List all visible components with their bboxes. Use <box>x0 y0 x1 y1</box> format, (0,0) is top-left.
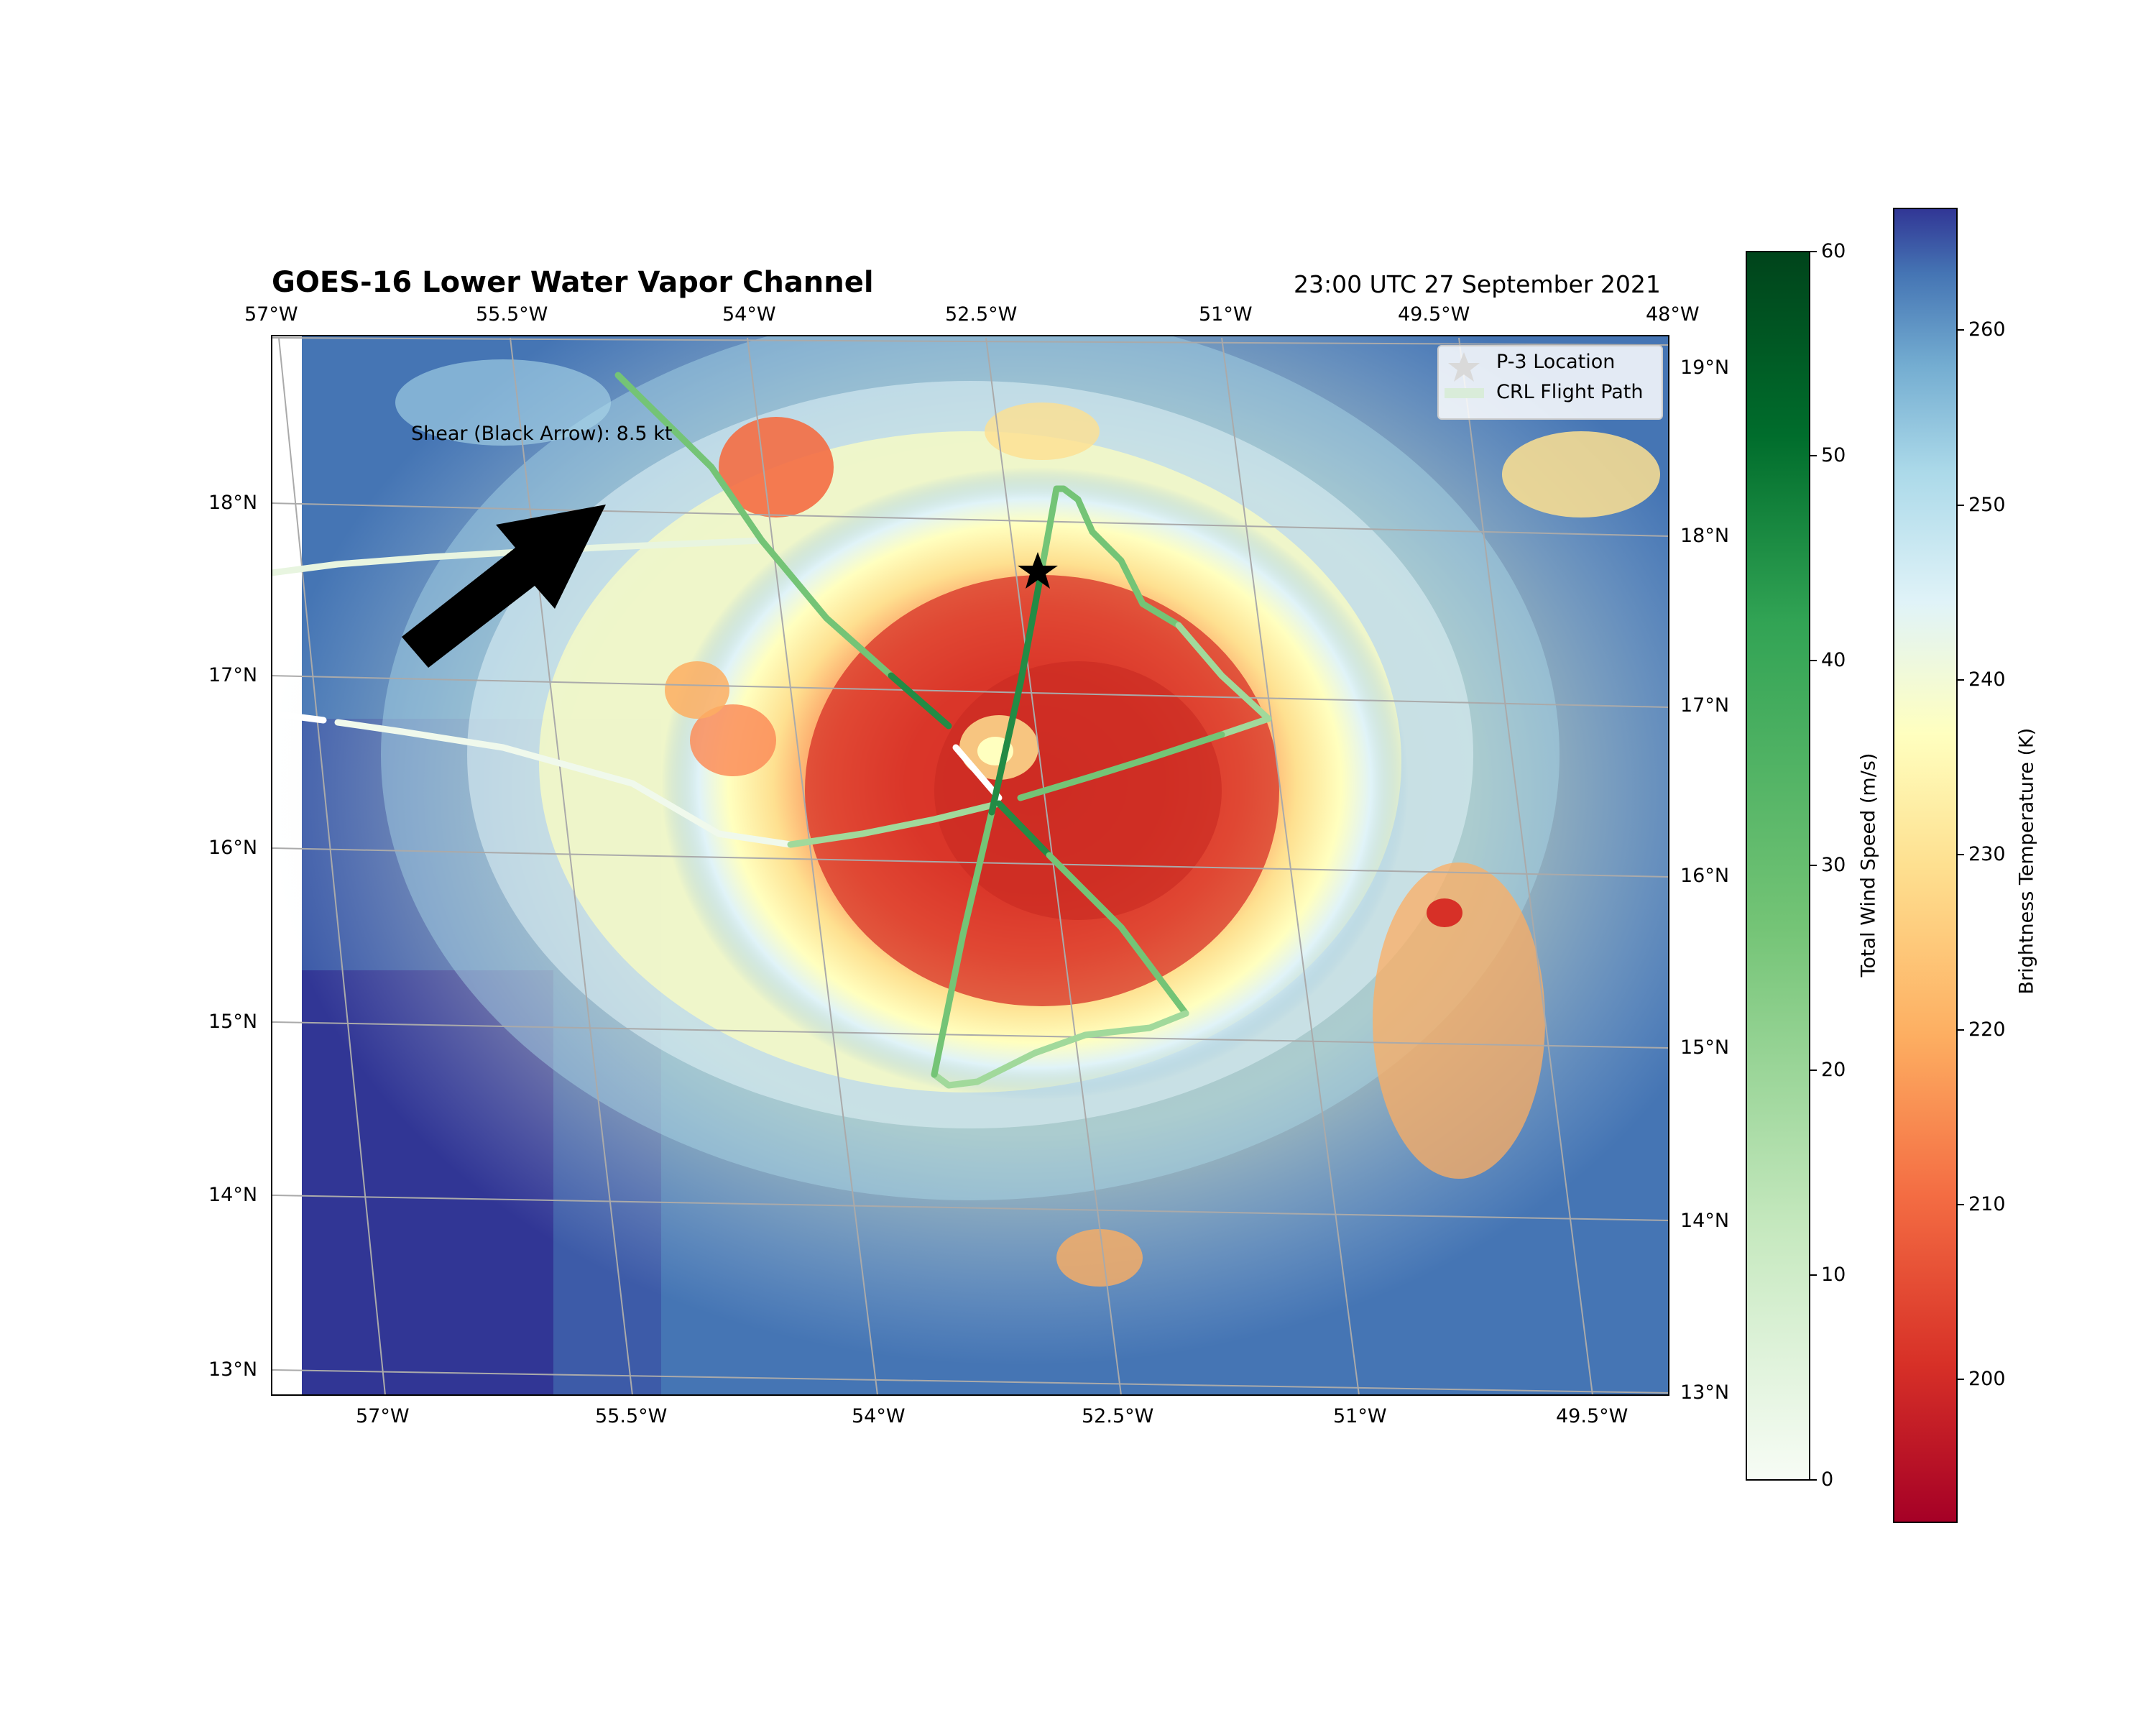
wind-cb-tick: 60 <box>1821 240 1846 262</box>
top-lon-tick: 54°W <box>722 303 776 326</box>
wind-cb-tick: 20 <box>1821 1059 1846 1081</box>
legend: P-3 Location CRL Flight Path <box>1437 345 1663 420</box>
bt-colorbar-label: Brightness Temperature (K) <box>2015 727 2038 995</box>
top-lon-tick: 48°W <box>1646 303 1700 326</box>
bt-cb-tick: 200 <box>1968 1368 2006 1390</box>
timestamp: 23:00 UTC 27 September 2021 <box>1294 270 1661 298</box>
bt-cb-tick: 250 <box>1968 494 2006 516</box>
legend-label-p3: P-3 Location <box>1496 351 1616 373</box>
left-lat-tick: 14°N <box>208 1184 258 1206</box>
shear-annotation: Shear (Black Arrow): 8.5 kt <box>411 423 673 445</box>
legend-label-flight-path: CRL Flight Path <box>1496 381 1644 403</box>
bt-cb-tick: 230 <box>1968 843 2006 865</box>
wind-colorbar-label: Total Wind Speed (m/s) <box>1857 753 1880 978</box>
left-lat-tick: 17°N <box>208 664 258 686</box>
bottom-lon-tick: 55.5°W <box>595 1405 668 1427</box>
top-lon-tick: 57°W <box>244 303 298 326</box>
wind-colorbar <box>1746 251 1810 1481</box>
wind-cb-tick: 50 <box>1821 444 1846 466</box>
bottom-lon-tick: 57°W <box>356 1405 410 1427</box>
wind-cb-tick: 0 <box>1821 1468 1834 1491</box>
left-lat-tick: 16°N <box>208 837 258 859</box>
right-lat-tick: 19°N <box>1680 356 1730 379</box>
bottom-lon-tick: 52.5°W <box>1082 1405 1154 1427</box>
top-lon-tick: 55.5°W <box>476 303 548 326</box>
top-lon-tick: 51°W <box>1199 303 1253 326</box>
bt-cb-tick: 210 <box>1968 1193 2006 1215</box>
bt-cb-tick: 260 <box>1968 318 2006 341</box>
right-lat-tick: 16°N <box>1680 865 1730 887</box>
right-lat-tick: 13°N <box>1680 1381 1730 1404</box>
left-lat-tick: 18°N <box>208 492 258 514</box>
wind-cb-tick: 10 <box>1821 1264 1846 1286</box>
right-lat-tick: 15°N <box>1680 1036 1730 1059</box>
bottom-lon-tick: 54°W <box>852 1405 906 1427</box>
wind-cb-tick: 30 <box>1821 854 1846 876</box>
right-lat-tick: 17°N <box>1680 694 1730 717</box>
right-lat-tick: 18°N <box>1680 525 1730 547</box>
top-lon-tick: 49.5°W <box>1398 303 1470 326</box>
bottom-lon-tick: 49.5°W <box>1556 1405 1628 1427</box>
chart-title: GOES-16 Lower Water Vapor Channel <box>272 266 874 299</box>
bt-cb-tick: 220 <box>1968 1018 2006 1041</box>
bottom-lon-tick: 51°W <box>1333 1405 1387 1427</box>
wind-cb-tick: 40 <box>1821 649 1846 671</box>
top-lon-tick: 52.5°W <box>945 303 1018 326</box>
bt-cb-tick: 240 <box>1968 668 2006 691</box>
left-lat-tick: 13°N <box>208 1358 258 1381</box>
left-lat-tick: 15°N <box>208 1011 258 1033</box>
brightness-colorbar <box>1893 208 1958 1523</box>
right-lat-tick: 14°N <box>1680 1210 1730 1232</box>
